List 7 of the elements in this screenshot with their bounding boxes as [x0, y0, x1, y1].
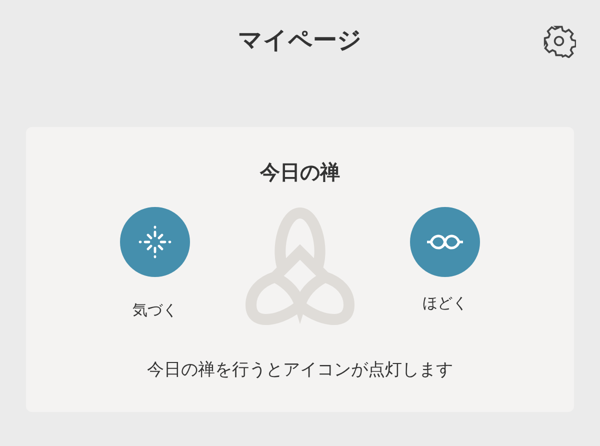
page-title: マイページ — [238, 25, 362, 56]
sparkle-icon — [137, 224, 173, 260]
card-note: 今日の禅を行うとアイコンが点灯します — [147, 359, 453, 382]
zen-label: 気づく — [132, 300, 178, 321]
zen-label: ほどく — [422, 293, 468, 314]
card-title: 今日の禅 — [260, 159, 340, 186]
settings-icon[interactable] — [542, 24, 576, 58]
